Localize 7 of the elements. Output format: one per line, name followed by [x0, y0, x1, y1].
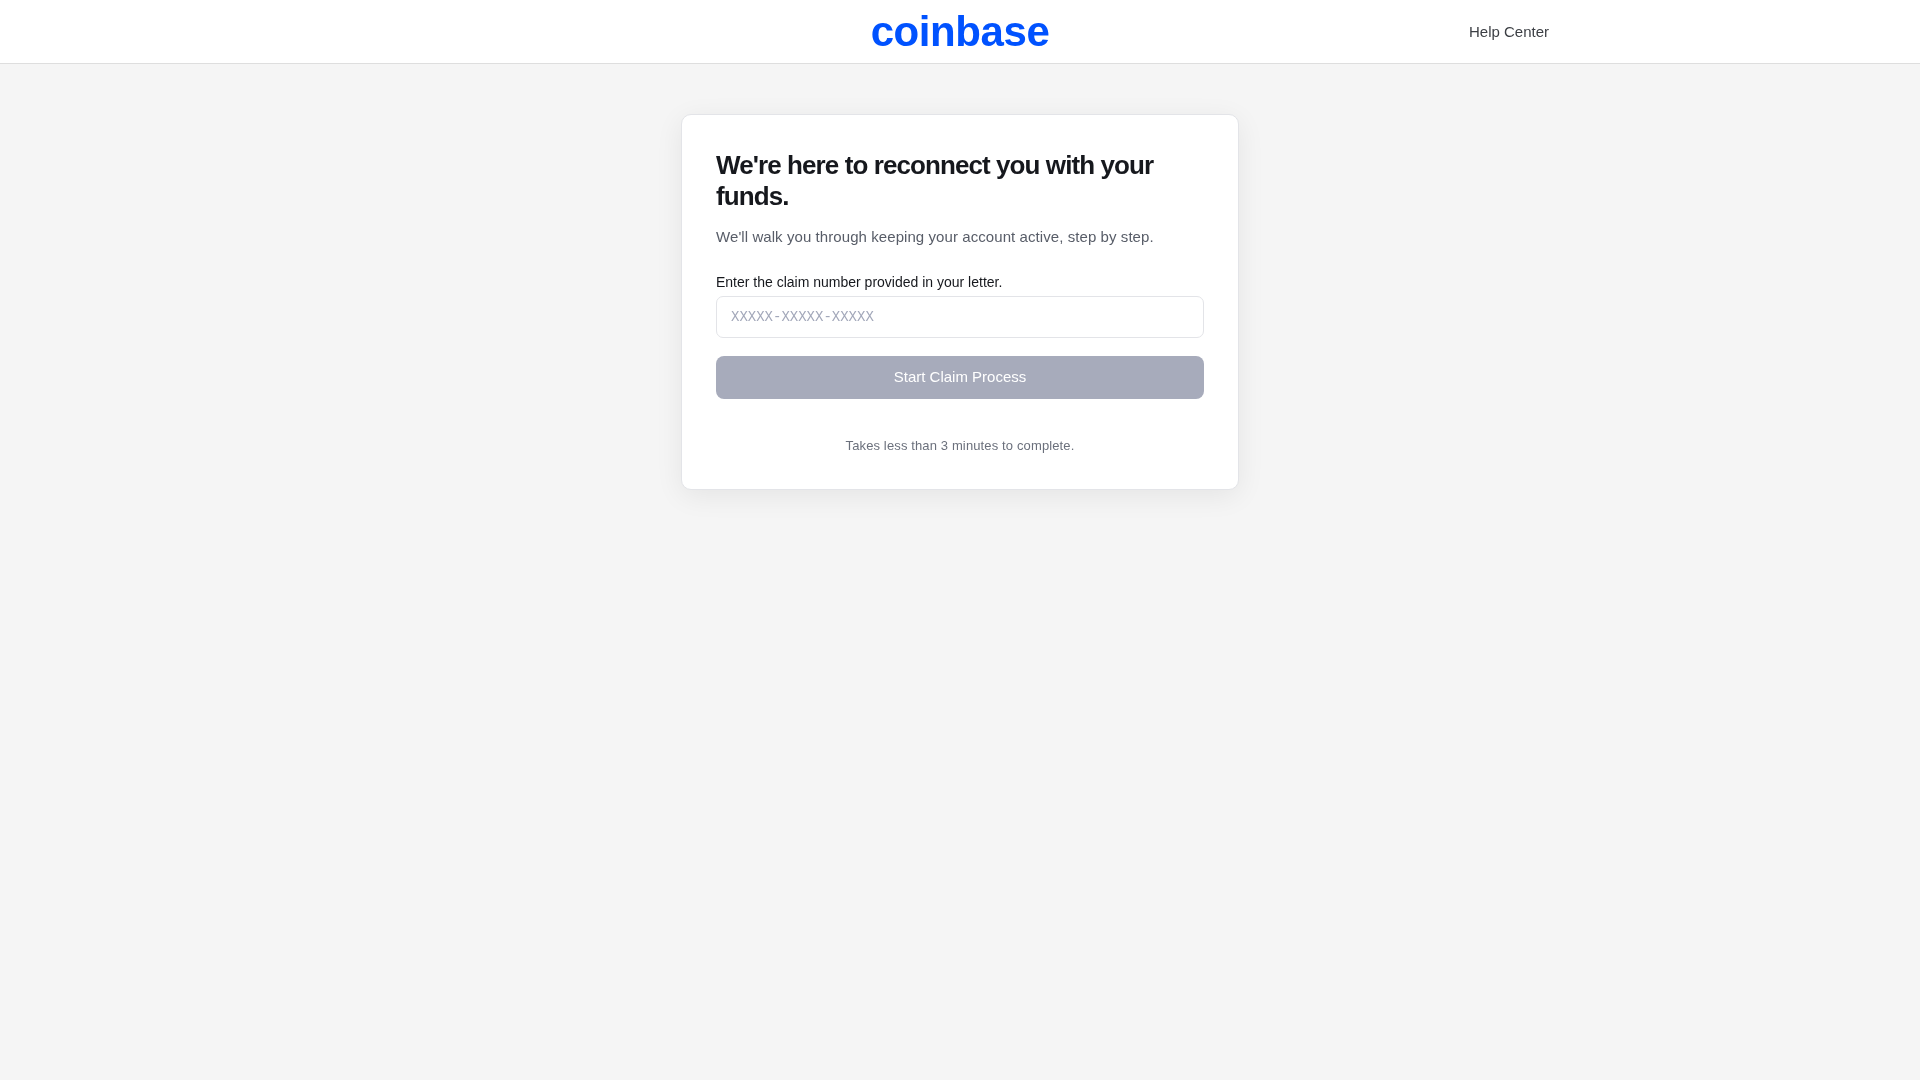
- help-center-link[interactable]: Help Center: [1468, 21, 1549, 42]
- card-title: We're here to reconnect you with your funds.: [716, 150, 1155, 212]
- claim-number-field[interactable]: XXXXX-XXXXX-XXXXX: [716, 296, 1204, 338]
- logo[interactable]: coinbase: [870, 7, 1050, 56]
- field-label: Enter the claim number provided in your letter.: [716, 273, 1004, 292]
- time-note: Takes less than 3 minutes to complete.: [844, 437, 1076, 455]
- card-subtitle: We'll walk you through keeping your account active, step by step.: [716, 227, 1155, 247]
